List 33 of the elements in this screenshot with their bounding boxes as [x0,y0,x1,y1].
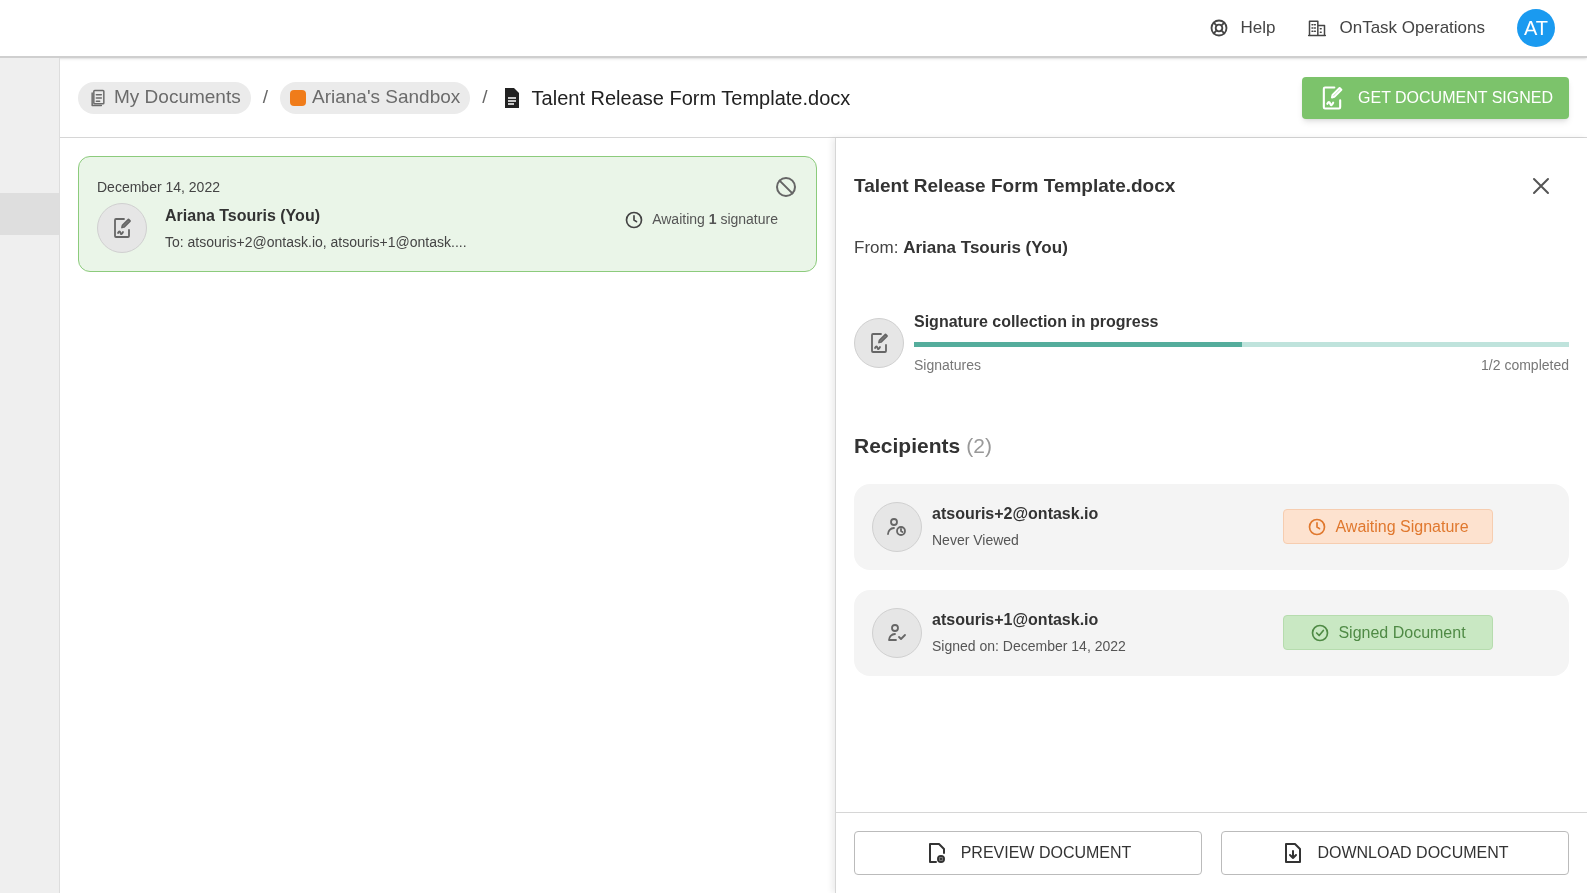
document-date: December 14, 2022 [97,177,220,197]
breadcrumb-link[interactable]: Ariana's Sandbox [280,81,471,114]
clock-icon [1307,516,1328,537]
recipient-note: Signed on: December 14, 2022 [932,637,1127,656]
current-document-title: Talent Release Form Template.docx [531,85,851,111]
breadcrumb-separator: / [482,85,488,110]
breadcrumb-link[interactable]: My Documents [78,81,251,114]
sender-line: From: Ariana Tsouris (You) [854,236,1069,259]
recipient-note: Never Viewed [932,531,1020,550]
progress-reading: 1/2 completed [1481,356,1569,375]
recipients-count: (2) [966,433,992,459]
progress-label: Signatures [914,356,981,375]
recipients-summary: To: atsouris+2@ontask.io, atsouris+1@ontask.... [165,232,468,252]
lifebuoy-icon [1208,18,1229,38]
document-action-button[interactable]: DOWNLOAD DOCUMENT [1221,831,1569,875]
organization-link[interactable]: OnTask Operations [1307,15,1485,41]
detail-title: Talent Release Form Template.docx [854,174,1176,198]
check-circle-icon [1310,622,1331,643]
status-badge: Awaiting Signature [1283,509,1493,544]
help-link[interactable]: Help [1208,15,1276,41]
cancel-icon[interactable] [774,175,798,199]
document-action-button[interactable]: PREVIEW DOCUMENT [854,831,1202,875]
signature-status: Awaiting 1 signature [652,210,778,229]
sender-name: Ariana Tsouris (You) [165,205,321,226]
progress-title: Signature collection in progress [914,312,1160,332]
recipient-email: atsouris+1@ontask.io [932,610,1100,630]
recipient-email: atsouris+2@ontask.io [932,504,1100,524]
building-icon [1307,18,1328,38]
document-card[interactable]: December 14, 2022 Ariana Tsouris (You) To: atsouris+2@ontask.io, atsouris+1@ontask.... Awaiting 1 signature [78,156,817,272]
breadcrumb-separator: / [262,85,268,110]
clock-icon [624,209,645,230]
status-badge: Signed Document [1283,615,1493,650]
recipients-heading: Recipients [854,433,961,459]
